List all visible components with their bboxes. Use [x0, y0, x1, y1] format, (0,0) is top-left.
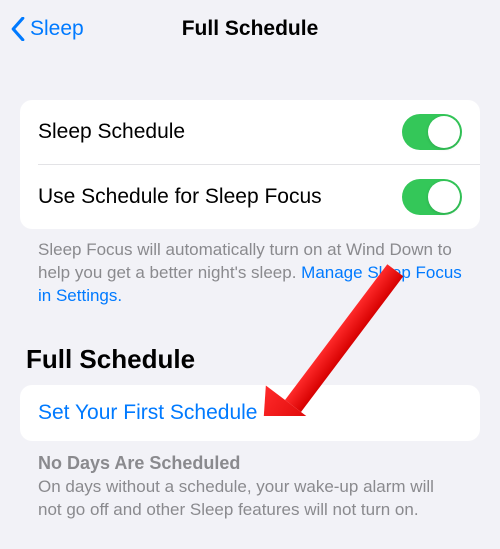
use-schedule-focus-row: Use Schedule for Sleep Focus: [20, 165, 480, 229]
toggle-knob-icon: [428, 116, 460, 148]
use-schedule-focus-label: Use Schedule for Sleep Focus: [38, 185, 322, 209]
set-first-schedule-row[interactable]: Set Your First Schedule: [20, 385, 480, 441]
no-days-title: No Days Are Scheduled: [38, 453, 462, 474]
page-title: Full Schedule: [182, 17, 319, 41]
chevron-left-icon: [10, 17, 26, 41]
full-schedule-header: Full Schedule: [20, 308, 480, 385]
use-schedule-focus-toggle[interactable]: [402, 179, 462, 215]
back-button[interactable]: Sleep: [0, 17, 84, 41]
settings-group-1: Sleep Schedule Use Schedule for Sleep Fo…: [20, 100, 480, 229]
settings-group-2: Set Your First Schedule: [20, 385, 480, 441]
set-first-schedule-label: Set Your First Schedule: [38, 401, 257, 424]
sleep-schedule-row: Sleep Schedule: [20, 100, 480, 164]
sleep-schedule-toggle[interactable]: [402, 114, 462, 150]
sleep-schedule-label: Sleep Schedule: [38, 120, 185, 144]
group1-footer: Sleep Focus will automatically turn on a…: [20, 229, 480, 308]
navigation-bar: Sleep Full Schedule: [0, 0, 500, 58]
toggle-knob-icon: [428, 181, 460, 213]
no-days-body: On days without a schedule, your wake-up…: [38, 476, 462, 522]
back-label: Sleep: [30, 17, 84, 41]
no-days-footer: No Days Are Scheduled On days without a …: [20, 441, 480, 522]
